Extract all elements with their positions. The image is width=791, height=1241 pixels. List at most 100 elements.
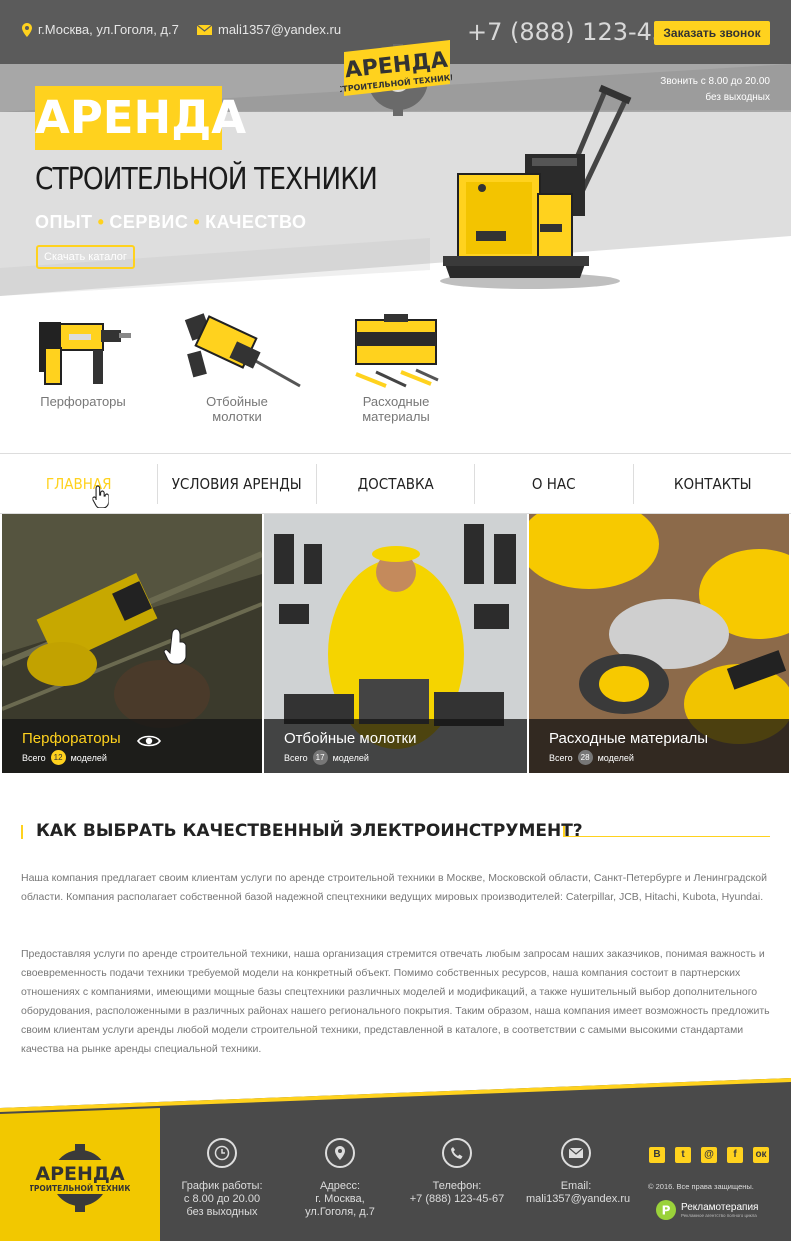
- footer-logo-subtitle: СТРОИТЕЛЬНОЙ ТЕХНИКИ: [30, 1184, 130, 1193]
- tile-title: Перфораторы: [22, 730, 121, 747]
- hours-line-1: Звонить с 8.00 до 20.00: [660, 76, 770, 87]
- hand-cursor-icon: [92, 485, 109, 508]
- menu-item-label: О НАС: [532, 474, 576, 493]
- footer-email[interactable]: Email: mali1357@yandex.ru: [526, 1138, 631, 1206]
- menu-item-about[interactable]: О НАС: [483, 454, 625, 513]
- copyright: © 2016. Все права защищены.: [648, 1182, 754, 1191]
- tile-caption: Отбойные молотки Всего 17 моделей: [264, 719, 527, 773]
- phone-icon: [442, 1138, 472, 1168]
- tile-count-badge: 28: [577, 750, 593, 765]
- footer-logo[interactable]: АРЕНДА СТРОИТЕЛЬНОЙ ТЕХНИКИ: [30, 1136, 130, 1216]
- tile-title: Расходные материалы: [549, 730, 708, 747]
- agency-name: Рекламотерапия: [681, 1201, 759, 1213]
- hero-tagline: ОПЫТ • СЕРВИС • КАЧЕСТВО: [35, 212, 307, 233]
- menu-divider: [632, 464, 634, 504]
- tagline-word-3: КАЧЕСТВО: [205, 212, 307, 232]
- tile-count-line: Всего 12 моделей: [22, 750, 107, 765]
- footer-schedule-line-3: без выходных: [186, 1206, 258, 1218]
- menu-divider: [157, 464, 159, 504]
- menu-item-rental-terms[interactable]: УСЛОВИЯ АРЕНДЫ: [166, 454, 308, 513]
- facebook-icon[interactable]: f: [727, 1147, 743, 1163]
- footer-address: Адресс: г. Москва, ул.Гоголя, д.7: [290, 1138, 390, 1219]
- menu-item-label: УСЛОВИЯ АРЕНДЫ: [172, 474, 303, 493]
- plate-compactor-image: [440, 84, 632, 289]
- location-pin-icon: [325, 1138, 355, 1168]
- social-links: В t @ f ок: [649, 1147, 769, 1163]
- tile-count-prefix: Всего: [22, 752, 46, 763]
- tagline-dot: •: [193, 212, 201, 232]
- download-catalog-button[interactable]: Скачать каталог: [36, 245, 135, 269]
- tagline-dot: •: [97, 212, 105, 232]
- header-email-text: mali1357@yandex.ru: [218, 22, 342, 37]
- hero-subtitle: СТРОИТЕЛЬНОЙ ТЕХНИКИ: [35, 162, 378, 197]
- menu-divider: [474, 464, 476, 504]
- category-label-line-2: молотки: [212, 409, 262, 424]
- mail-ru-icon[interactable]: @: [701, 1147, 717, 1163]
- footer-schedule-line-1: График работы:: [181, 1180, 263, 1192]
- category-perforators[interactable]: Перфораторы: [28, 312, 138, 409]
- footer-phone-line-2: +7 (888) 123-45-67: [409, 1193, 505, 1205]
- category-consumables[interactable]: Расходные материалы: [341, 312, 451, 424]
- menu-item-delivery[interactable]: ДОСТАВКА: [325, 454, 467, 513]
- tile-caption: Расходные материалы Всего 28 моделей: [529, 719, 789, 773]
- hours-line-2: без выходных: [705, 92, 770, 103]
- footer-phone-line-1: Телефон:: [432, 1180, 482, 1192]
- tile-perforators[interactable]: Перфораторы Всего 12 моделей: [2, 514, 262, 773]
- tile-count-suffix: моделей: [332, 752, 369, 763]
- footer-phone[interactable]: Телефон: +7 (888) 123-45-67: [402, 1138, 512, 1206]
- category-label: Перфораторы: [40, 394, 126, 409]
- tile-count-line: Всего 17 моделей: [284, 750, 369, 765]
- menu-item-label: КОНТАКТЫ: [673, 474, 752, 493]
- hero-title: АРЕНДА: [35, 86, 246, 150]
- footer-schedule: График работы: с 8.00 до 20.00 без выход…: [172, 1138, 272, 1219]
- envelope-icon: [561, 1138, 591, 1168]
- tagline-word-1: ОПЫТ: [35, 212, 93, 232]
- vk-icon[interactable]: В: [649, 1147, 665, 1163]
- category-label-line-1: Отбойные: [206, 394, 268, 409]
- article-paragraph-2: Предоставляя услуги по аренде строительн…: [21, 948, 770, 1055]
- twitter-icon[interactable]: t: [675, 1147, 691, 1163]
- article-title-underline: [563, 836, 770, 837]
- toolbox-icon: [355, 314, 439, 388]
- menu-item-home[interactable]: ГЛАВНАЯ: [8, 454, 150, 513]
- tile-count-suffix: моделей: [597, 752, 634, 763]
- tile-count-line: Всего 28 моделей: [549, 750, 634, 765]
- odnoklassniki-icon[interactable]: ок: [753, 1147, 769, 1163]
- header-address-text: г.Москва, ул.Гоголя, д.7: [38, 22, 179, 37]
- category-label: Отбойные молотки: [182, 394, 292, 424]
- site-logo[interactable]: АРЕНДА СТРОИТЕЛЬНОЙ ТЕХНИКИ: [336, 22, 457, 122]
- main-menu: ГЛАВНАЯ УСЛОВИЯ АРЕНДЫ ДОСТАВКА О НАС КО…: [0, 453, 791, 514]
- eye-icon[interactable]: [137, 734, 161, 748]
- tagline-word-2: СЕРВИС: [109, 212, 189, 232]
- agency-credit[interactable]: P Рекламотерапия Рекламное агентство пол…: [655, 1199, 758, 1221]
- footer-address-line-2: г. Москва,: [315, 1193, 365, 1205]
- footer-schedule-line-2: с 8.00 до 20.00: [183, 1193, 261, 1205]
- header-address: г.Москва, ул.Гоголя, д.7: [22, 22, 179, 37]
- tile-title: Отбойные молотки: [284, 730, 417, 747]
- tile-count-badge: 17: [312, 750, 328, 765]
- category-label-line-1: Расходные: [362, 394, 430, 409]
- menu-item-contacts[interactable]: КОНТАКТЫ: [641, 454, 783, 513]
- clock-icon: [207, 1138, 237, 1168]
- footer-address-line-3: ул.Гоголя, д.7: [305, 1206, 375, 1218]
- tile-jackhammers[interactable]: Отбойные молотки Всего 17 моделей: [264, 514, 527, 773]
- menu-item-label: ДОСТАВКА: [357, 474, 434, 493]
- category-jackhammers[interactable]: Отбойные молотки: [182, 312, 301, 424]
- category-label: Расходные материалы: [341, 394, 451, 424]
- tile-count-prefix: Всего: [284, 752, 308, 763]
- footer-email-line-2: mali1357@yandex.ru: [526, 1193, 631, 1205]
- tile-count-badge: 12: [50, 750, 66, 765]
- article-paragraph-1: Наша компания предлагает своим клиентам …: [21, 872, 768, 903]
- tile-count-prefix: Всего: [549, 752, 573, 763]
- location-pin-icon: [22, 22, 32, 37]
- svg-text:P: P: [662, 1204, 671, 1218]
- tile-count-suffix: моделей: [70, 752, 107, 763]
- tile-consumables[interactable]: Расходные материалы Всего 28 моделей: [529, 514, 789, 773]
- working-hours: Звонить с 8.00 до 20.00 без выходных: [660, 74, 770, 106]
- footer-email-line-1: Email:: [560, 1180, 592, 1192]
- envelope-icon: [197, 24, 212, 35]
- callback-button[interactable]: Заказать звонок: [654, 21, 770, 45]
- header-email[interactable]: mali1357@yandex.ru: [197, 22, 341, 37]
- gear-logo-icon: АРЕНДА СТРОИТЕЛЬНОЙ ТЕХНИКИ: [336, 40, 457, 116]
- rotary-hammer-icon: [39, 322, 131, 385]
